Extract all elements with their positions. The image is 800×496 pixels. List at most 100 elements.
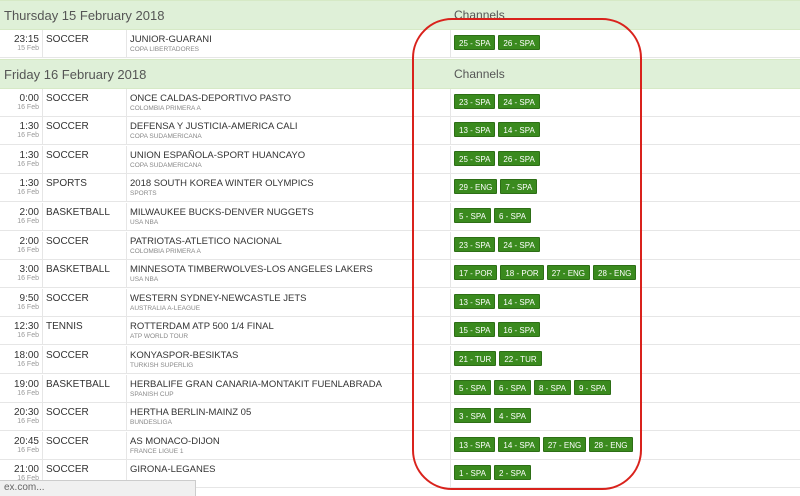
- channel-badge[interactable]: 21 - TUR: [454, 351, 497, 366]
- event-sport: BASKETBALL: [46, 379, 110, 390]
- column-divider: [126, 89, 127, 116]
- channel-list: 5 - SPA 6 - SPA: [454, 208, 531, 223]
- channel-badge[interactable]: 23 - SPA: [454, 237, 496, 252]
- event-time: 19:00: [13, 379, 39, 390]
- time-cell: 2:00 16 Feb: [0, 232, 42, 260]
- event-sport: SOCCER: [46, 236, 89, 247]
- column-divider: [450, 317, 451, 344]
- time-cell: 19:00 16 Feb: [0, 375, 42, 403]
- column-divider: [450, 260, 451, 287]
- channel-badge[interactable]: 27 - ENG: [546, 265, 591, 280]
- channel-badge[interactable]: 4 - SPA: [493, 408, 531, 423]
- column-divider: [42, 346, 43, 373]
- event-match[interactable]: HERTHA BERLIN-MAINZ 05: [130, 407, 251, 418]
- event-match[interactable]: MINNESOTA TIMBERWOLVES-LOS ANGELES LAKER…: [130, 264, 373, 275]
- event-date: 16 Feb: [17, 132, 39, 139]
- event-date: 16 Feb: [17, 189, 39, 196]
- event-match[interactable]: MILWAUKEE BUCKS-DENVER NUGGETS: [130, 207, 314, 218]
- column-divider: [126, 317, 127, 344]
- channel-badge[interactable]: 26 - SPA: [498, 151, 540, 166]
- channel-badge[interactable]: 1 - SPA: [454, 465, 491, 480]
- channel-badge[interactable]: 25 - SPA: [454, 35, 496, 50]
- event-competition: FRANCE LIGUE 1: [130, 448, 184, 455]
- event-match[interactable]: ONCE CALDAS-DEPORTIVO PASTO: [130, 93, 291, 104]
- column-divider: [42, 403, 43, 430]
- table-row: 2:00 16 Feb SOCCER PATRIOTAS-ATLETICO NACIO…: [0, 232, 800, 260]
- event-date: 16 Feb: [17, 275, 39, 282]
- channel-badge[interactable]: 14 - SPA: [498, 437, 540, 452]
- channel-list: 13 - SPA 14 - SPA: [454, 122, 540, 137]
- event-match[interactable]: AS MONACO-DIJON: [130, 436, 220, 447]
- event-sport: SOCCER: [46, 293, 89, 304]
- column-divider: [126, 289, 127, 316]
- channels-header-label: Channels: [454, 8, 505, 22]
- channel-badge[interactable]: 27 - ENG: [542, 437, 587, 452]
- channel-badge[interactable]: 24 - SPA: [498, 94, 540, 109]
- channel-badge[interactable]: 14 - SPA: [498, 294, 540, 309]
- channel-badge[interactable]: 29 - ENG: [454, 179, 498, 194]
- event-competition: COLOMBIA PRIMERA A: [130, 105, 201, 112]
- event-sport: SOCCER: [46, 34, 89, 45]
- channel-badge[interactable]: 24 - SPA: [498, 237, 540, 252]
- event-time: 9:50: [19, 293, 39, 304]
- event-sport: SOCCER: [46, 350, 89, 361]
- event-competition: COPA LIBERTADORES: [130, 46, 199, 53]
- column-divider: [450, 174, 451, 201]
- time-cell: 20:30 16 Feb: [0, 403, 42, 431]
- channel-badge[interactable]: 13 - SPA: [454, 294, 496, 309]
- column-divider: [42, 375, 43, 402]
- time-cell: 1:30 16 Feb: [0, 174, 42, 202]
- table-row: 3:00 16 Feb BASKETBALL MINNESOTA TIMBERWOLV…: [0, 260, 800, 288]
- time-cell: 20:45 16 Feb: [0, 432, 42, 460]
- table-row: 23:15 15 Feb SOCCER JUNIOR-GUARANI COPA LIBE…: [0, 30, 800, 58]
- event-match[interactable]: 2018 SOUTH KOREA WINTER OLYMPICS: [130, 178, 314, 189]
- channel-badge[interactable]: 3 - SPA: [454, 408, 491, 423]
- channel-badge[interactable]: 8 - SPA: [533, 380, 571, 395]
- time-cell: 9:50 16 Feb: [0, 289, 42, 317]
- column-divider: [126, 432, 127, 459]
- channel-badge[interactable]: 23 - SPA: [454, 94, 496, 109]
- channel-badge[interactable]: 14 - SPA: [498, 122, 540, 137]
- event-match[interactable]: DEFENSA Y JUSTICIA-AMERICA CALI: [130, 121, 298, 132]
- event-match[interactable]: GIRONA-LEGANES: [130, 464, 216, 475]
- channel-badge[interactable]: 22 - TUR: [499, 351, 542, 366]
- channel-badge[interactable]: 6 - SPA: [493, 208, 531, 223]
- channel-badge[interactable]: 17 - POR: [454, 265, 498, 280]
- channel-badge[interactable]: 5 - SPA: [454, 208, 491, 223]
- channel-badge[interactable]: 6 - SPA: [493, 380, 531, 395]
- channel-list: 23 - SPA 24 - SPA: [454, 94, 540, 109]
- channel-list: 1 - SPA 2 - SPA: [454, 465, 531, 480]
- event-sport: BASKETBALL: [46, 264, 110, 275]
- event-match[interactable]: PATRIOTAS-ATLETICO NACIONAL: [130, 236, 282, 247]
- channel-badge[interactable]: 13 - SPA: [454, 437, 496, 452]
- channel-badge[interactable]: 9 - SPA: [573, 380, 611, 395]
- column-divider: [450, 203, 451, 230]
- channel-badge[interactable]: 2 - SPA: [493, 465, 531, 480]
- event-time: 23:15: [13, 34, 39, 45]
- event-match[interactable]: UNION ESPAÑOLA-SPORT HUANCAYO: [130, 150, 305, 161]
- channel-badge[interactable]: 18 - POR: [500, 265, 544, 280]
- channel-badge[interactable]: 25 - SPA: [454, 151, 496, 166]
- column-divider: [42, 289, 43, 316]
- table-row: 1:30 16 Feb SPORTS 2018 SOUTH KOREA WINTER …: [0, 174, 800, 202]
- event-match[interactable]: KONYASPOR-BESIKTAS: [130, 350, 238, 361]
- event-match[interactable]: JUNIOR-GUARANI: [130, 34, 212, 45]
- table-row: 18:00 16 Feb SOCCER KONYASPOR-BESIKTAS TURKI…: [0, 346, 800, 374]
- channel-list: 13 - SPA 14 - SPA 27 - ENG 28 - ENG: [454, 437, 633, 452]
- channel-badge[interactable]: 26 - SPA: [498, 35, 540, 50]
- channel-badge[interactable]: 16 - SPA: [498, 322, 540, 337]
- channel-badge[interactable]: 13 - SPA: [454, 122, 496, 137]
- channel-badge[interactable]: 28 - ENG: [589, 437, 633, 452]
- channel-badge[interactable]: 28 - ENG: [593, 265, 637, 280]
- event-match[interactable]: HERBALIFE GRAN CANARIA-MONTAKIT FUENLABR…: [130, 379, 382, 390]
- event-sport: SOCCER: [46, 407, 89, 418]
- channel-badge[interactable]: 5 - SPA: [454, 380, 491, 395]
- event-match[interactable]: WESTERN SYDNEY-NEWCASTLE JETS: [130, 293, 306, 304]
- channel-badge[interactable]: 15 - SPA: [454, 322, 496, 337]
- time-cell: 18:00 16 Feb: [0, 346, 42, 374]
- column-divider: [450, 403, 451, 430]
- event-match[interactable]: ROTTERDAM ATP 500 1/4 FINAL: [130, 321, 274, 332]
- channel-list: 13 - SPA 14 - SPA: [454, 294, 540, 309]
- channel-badge[interactable]: 7 - SPA: [500, 179, 538, 194]
- column-divider: [126, 117, 127, 144]
